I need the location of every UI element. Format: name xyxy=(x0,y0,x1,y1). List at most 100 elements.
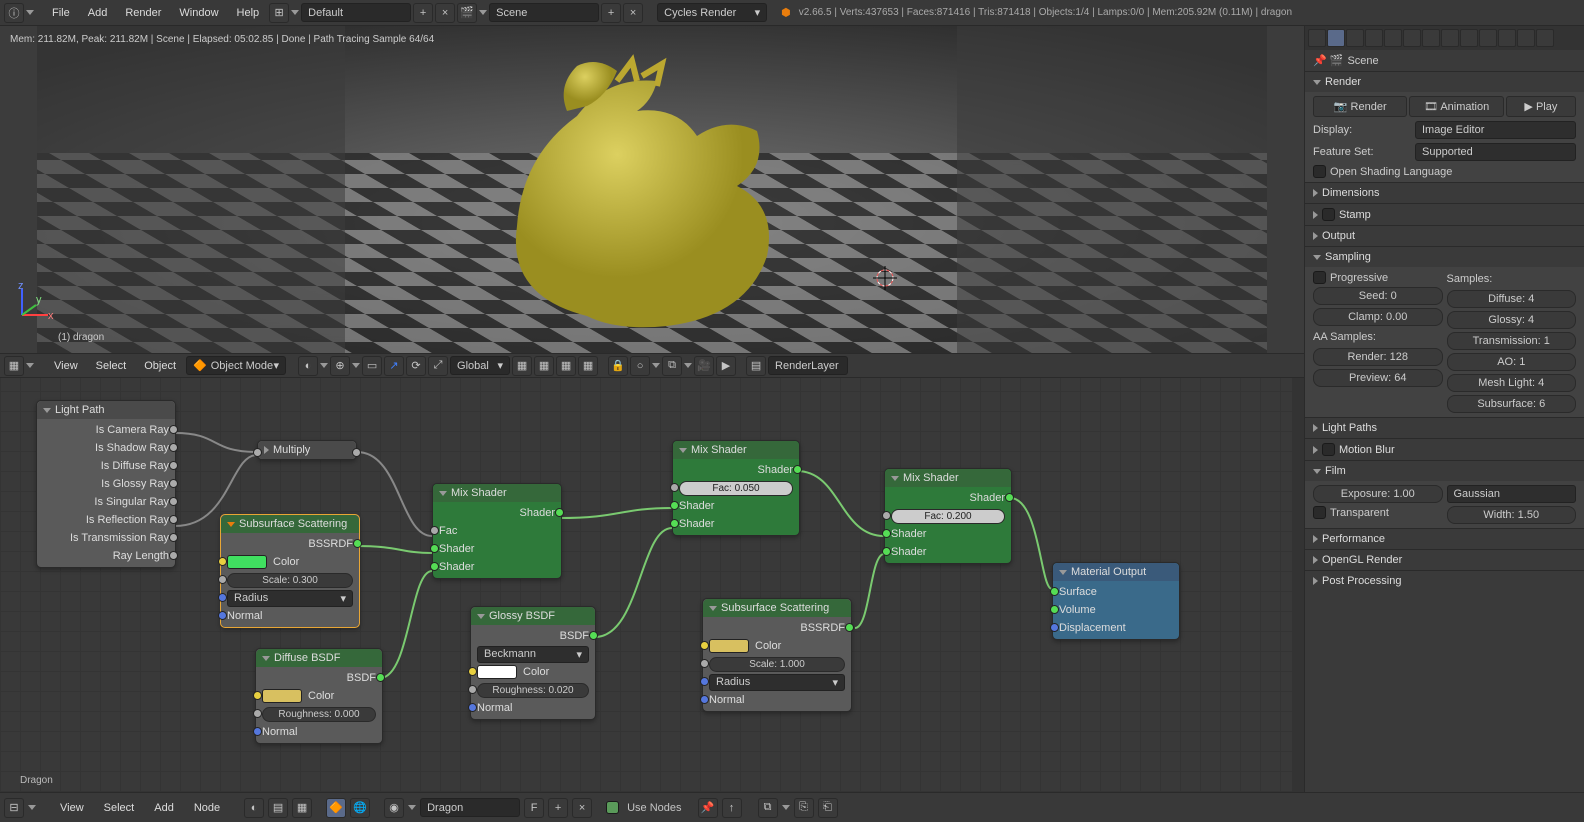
scale-field[interactable]: Scale: 1.000 xyxy=(709,657,845,672)
engine-select[interactable]: Cycles Render▾ xyxy=(657,3,767,22)
ne-menu-select[interactable]: Select xyxy=(96,798,143,818)
socket-in[interactable] xyxy=(700,641,709,650)
distribution-select[interactable]: Beckmann▾ xyxy=(477,646,589,663)
node-material-output[interactable]: Material Output Surface Volume Displacem… xyxy=(1052,562,1180,640)
layer-button[interactable]: ▦ xyxy=(512,356,532,376)
socket-out[interactable] xyxy=(169,461,178,470)
radius-field[interactable]: Radius▾ xyxy=(709,674,845,691)
fake-user-button[interactable]: F xyxy=(524,798,544,818)
chevron-down-icon[interactable] xyxy=(652,363,660,368)
layout-icon[interactable]: ⊞ xyxy=(269,3,289,23)
tab-more[interactable] xyxy=(1536,29,1554,47)
diffuse-samples-field[interactable]: Diffuse: 4 xyxy=(1447,290,1577,308)
panel-output-header[interactable]: Output xyxy=(1305,226,1584,246)
socket-in[interactable] xyxy=(253,691,262,700)
render-samples-field[interactable]: Render: 128 xyxy=(1313,348,1443,366)
meshlight-samples-field[interactable]: Mesh Light: 4 xyxy=(1447,374,1577,392)
editor-type-icon[interactable]: ⊟ xyxy=(4,798,24,818)
socket-out[interactable] xyxy=(352,448,361,457)
socket-out[interactable] xyxy=(353,539,362,548)
remove-scene-button[interactable]: × xyxy=(623,3,643,23)
node-header[interactable]: Glossy BSDF xyxy=(471,607,595,625)
chevron-down-icon[interactable] xyxy=(26,10,34,15)
add-layout-button[interactable]: + xyxy=(413,3,433,23)
play-button[interactable]: ▶ Play xyxy=(1506,96,1576,117)
tab-scene[interactable] xyxy=(1346,29,1364,47)
socket-in[interactable] xyxy=(882,547,891,556)
socket-in[interactable] xyxy=(218,593,227,602)
node-header[interactable]: Subsurface Scattering xyxy=(221,515,359,533)
socket-in[interactable] xyxy=(430,526,439,535)
renderlayer-select[interactable]: RenderLayer xyxy=(768,356,848,375)
tab-material[interactable] xyxy=(1460,29,1478,47)
socket-in[interactable] xyxy=(218,557,227,566)
add-material-button[interactable]: + xyxy=(548,798,568,818)
chevron-down-icon[interactable] xyxy=(352,363,360,368)
roughness-field[interactable]: Roughness: 0.000 xyxy=(262,707,376,722)
color-swatch[interactable] xyxy=(709,639,749,653)
manipulator-icon[interactable]: ⟳ xyxy=(406,356,426,376)
node-glossy-bsdf[interactable]: Glossy BSDF BSDF Beckmann▾ Color Roughne… xyxy=(470,606,596,720)
layer-button[interactable]: ▦ xyxy=(578,356,598,376)
socket-out[interactable] xyxy=(793,465,802,474)
socket-in[interactable] xyxy=(468,667,477,676)
node-multiply[interactable]: Multiply xyxy=(257,440,357,460)
socket-out[interactable] xyxy=(169,425,178,434)
node-mix-shader-2[interactable]: Mix Shader Shader Fac: 0.050 Shader Shad… xyxy=(672,440,800,536)
crumb-scene[interactable]: Scene xyxy=(1347,55,1378,67)
menu-help[interactable]: Help xyxy=(229,3,268,23)
chevron-down-icon[interactable] xyxy=(408,805,416,810)
display-select[interactable]: Image Editor xyxy=(1415,121,1576,139)
panel-motionblur-header[interactable]: Motion Blur xyxy=(1305,439,1584,460)
remove-material-button[interactable]: × xyxy=(572,798,592,818)
panel-performance-header[interactable]: Performance xyxy=(1305,529,1584,549)
scrollbar[interactable] xyxy=(1292,378,1304,792)
go-parent-icon[interactable]: ↑ xyxy=(722,798,742,818)
node-editor[interactable]: Light Path Is Camera Ray Is Shadow Ray I… xyxy=(0,378,1304,792)
fac-field[interactable]: Fac: 0.200 xyxy=(891,509,1005,524)
world-type-icon[interactable]: 🌐 xyxy=(350,798,370,818)
layer-button[interactable]: ▦ xyxy=(556,356,576,376)
socket-out[interactable] xyxy=(169,443,178,452)
texture-type-icon[interactable]: ▦ xyxy=(292,798,312,818)
feature-select[interactable]: Supported xyxy=(1415,143,1576,161)
material-icon[interactable]: ◉ xyxy=(384,798,404,818)
panel-lightpaths-header[interactable]: Light Paths xyxy=(1305,418,1584,438)
ao-samples-field[interactable]: AO: 1 xyxy=(1447,353,1577,371)
socket-in[interactable] xyxy=(882,511,891,520)
socket-in[interactable] xyxy=(430,562,439,571)
chevron-down-icon[interactable] xyxy=(26,363,34,368)
object-type-icon[interactable]: 🔶 xyxy=(326,798,346,818)
socket-in[interactable] xyxy=(218,575,227,584)
tab-modifiers[interactable] xyxy=(1422,29,1440,47)
render-preview-icon[interactable]: 🎥 xyxy=(694,356,714,376)
node-subsurface-scattering-1[interactable]: Subsurface Scattering BSSRDF Color Scale… xyxy=(220,514,360,628)
socket-out[interactable] xyxy=(1005,493,1014,502)
radius-field[interactable]: Radius▾ xyxy=(227,590,353,607)
socket-in[interactable] xyxy=(1050,587,1059,596)
socket-in[interactable] xyxy=(700,659,709,668)
snap-icon[interactable]: ⧉ xyxy=(758,798,778,818)
node-header[interactable]: Light Path xyxy=(37,401,175,419)
socket-out[interactable] xyxy=(169,515,178,524)
info-icon[interactable]: ⓘ xyxy=(4,3,24,23)
exposure-field[interactable]: Exposure: 1.00 xyxy=(1313,485,1443,503)
socket-in[interactable] xyxy=(882,529,891,538)
renderlayer-icon[interactable]: ▤ xyxy=(746,356,766,376)
socket-in[interactable] xyxy=(253,727,262,736)
color-swatch[interactable] xyxy=(477,665,517,679)
node-header[interactable]: Diffuse BSDF xyxy=(256,649,382,667)
socket-in[interactable] xyxy=(468,685,477,694)
socket-out[interactable] xyxy=(169,551,178,560)
node-diffuse-bsdf[interactable]: Diffuse BSDF BSDF Color Roughness: 0.000… xyxy=(255,648,383,744)
ne-menu-view[interactable]: View xyxy=(52,798,92,818)
render-button[interactable]: 📷 Render xyxy=(1313,96,1407,117)
tab-render-layers[interactable] xyxy=(1327,29,1345,47)
orientation-select[interactable]: Global▾ xyxy=(450,356,510,375)
ne-menu-add[interactable]: Add xyxy=(146,798,182,818)
stamp-checkbox[interactable] xyxy=(1322,208,1335,221)
socket-in[interactable] xyxy=(253,709,262,718)
fac-field[interactable]: Fac: 0.050 xyxy=(679,481,793,496)
add-scene-button[interactable]: + xyxy=(601,3,621,23)
color-swatch[interactable] xyxy=(227,555,267,569)
